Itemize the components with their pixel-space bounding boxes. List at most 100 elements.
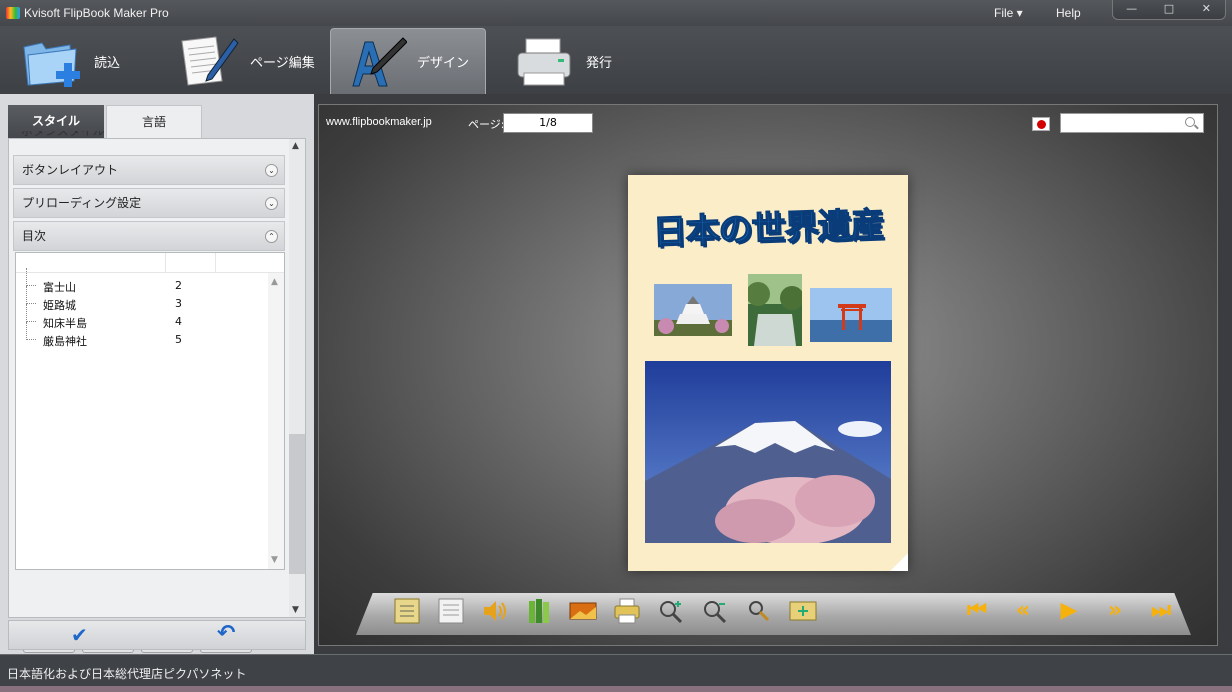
toc-column-header: [16, 253, 284, 273]
tool-page-edit[interactable]: ページ編集: [176, 28, 326, 94]
toc-item-title: 姫路城: [43, 299, 76, 312]
background-button[interactable]: [568, 597, 598, 625]
thumbnails-button[interactable]: [436, 597, 466, 625]
page-curl[interactable]: [890, 553, 908, 571]
tool-import[interactable]: 読込: [20, 28, 170, 94]
tool-design[interactable]: デザイン: [330, 28, 486, 94]
page-number-input[interactable]: 1/8: [503, 113, 593, 133]
toc-item-page: 5: [175, 333, 182, 346]
toc-item-page: 2: [175, 279, 182, 292]
checkmark-icon[interactable]: ✔: [71, 623, 88, 647]
autoplay-icon[interactable]: ▶: [1054, 597, 1084, 625]
search-button[interactable]: [744, 597, 774, 625]
scroll-up-icon[interactable]: ▲: [292, 141, 299, 151]
magnifier-icon: [749, 601, 770, 622]
site-url[interactable]: www.flipbookmaker.jp: [326, 116, 432, 128]
toc-item[interactable]: 姫路城 3: [26, 286, 236, 313]
mount-fuji-photo: [645, 361, 891, 543]
toc-item-page: 3: [175, 297, 182, 310]
book-title: 日本の世界遺産: [651, 204, 885, 254]
section-preloading-label: プリローディング設定: [22, 196, 142, 210]
toc-item[interactable]: 富士山 2: [26, 268, 236, 295]
scroll-down-icon[interactable]: ▼: [271, 555, 278, 565]
last-page-icon[interactable]: ⏭: [1146, 597, 1176, 625]
zoom-out-icon: [704, 601, 727, 624]
tree-line: [26, 286, 36, 304]
toc-item-title: 厳島神社: [43, 335, 87, 348]
zoom-in-icon: [660, 601, 683, 624]
window-controls: — □ ✕: [1112, 0, 1226, 20]
status-text: 日本語化および日本総代理店ピクパソネット: [7, 667, 247, 681]
prev-page-icon[interactable]: «: [1008, 597, 1038, 625]
sound-button[interactable]: [480, 597, 510, 625]
menu-file[interactable]: File ▾: [994, 6, 1023, 20]
shiretoko-photo: [748, 274, 802, 346]
tree-line: [26, 322, 36, 340]
section-preloading[interactable]: プリローディング設定 ⌄: [13, 188, 285, 218]
fullscreen-icon: [789, 601, 817, 621]
section-button-style[interactable]: ボタンスタイル: [13, 131, 285, 143]
main-toolbar: 読込 ページ編集 デザイン 発行: [0, 26, 1232, 94]
toc-item-page: 4: [175, 315, 182, 328]
tree-line: [26, 268, 36, 286]
minimize-button[interactable]: —: [1113, 0, 1150, 19]
toc-button[interactable]: [392, 597, 422, 625]
first-page-icon[interactable]: ⏮: [962, 597, 992, 625]
tool-import-label: 読込: [94, 55, 121, 71]
app-logo-icon: [6, 7, 20, 19]
search-input[interactable]: [1060, 113, 1204, 133]
taskbar-strip: [0, 686, 1232, 692]
section-button-layout-label: ボタンレイアウト: [22, 163, 119, 177]
close-button[interactable]: ✕: [1188, 0, 1225, 19]
toc-col-page: [166, 253, 216, 273]
chevron-down-icon: ⌄: [265, 197, 278, 210]
toc-item-title: 富士山: [43, 281, 76, 294]
section-button-style-label: ボタンスタイル: [21, 131, 105, 138]
itsukushima-photo: [810, 288, 892, 342]
panel-body: ボタンスタイル ボタンレイアウト ⌄ プリローディング設定 ⌄ 目次 ⌃ 富士山…: [8, 131, 306, 653]
next-page-icon[interactable]: »: [1100, 597, 1130, 625]
toc-tree[interactable]: 富士山 2 姫路城 3 知床半島 4 厳島神社 5 ▲ ▼: [15, 252, 285, 570]
bookshelf-button[interactable]: [524, 597, 554, 625]
maximize-button[interactable]: □: [1150, 0, 1187, 19]
undo-icon[interactable]: ↶: [217, 621, 235, 646]
tree-line: [26, 304, 36, 322]
toc-col-title: [16, 253, 166, 273]
toc-scrollbar[interactable]: ▲ ▼: [268, 273, 284, 569]
scroll-thumb[interactable]: [289, 434, 305, 574]
settings-panel: スタイル 言語 ボタンスタイル ボタンレイアウト ⌄ プリローディング設定 ⌄ …: [0, 94, 314, 654]
zoom-out-button[interactable]: [700, 597, 730, 625]
search-icon[interactable]: [1185, 117, 1195, 127]
japan-flag-icon[interactable]: [1032, 117, 1050, 131]
book-page[interactable]: 日本の世界遺産: [628, 175, 908, 571]
books-icon: [529, 599, 549, 623]
panel-scrollbar[interactable]: ▲ ▼: [289, 139, 305, 617]
printer-icon: [614, 598, 640, 624]
toc-item[interactable]: 厳島神社 5: [26, 322, 236, 349]
confirm-bar: ✔ ↶: [8, 620, 306, 650]
scroll-up-icon[interactable]: ▲: [271, 277, 278, 287]
menu-help[interactable]: Help: [1056, 6, 1081, 20]
tool-publish[interactable]: 発行: [512, 28, 642, 94]
zoom-in-button[interactable]: [656, 597, 686, 625]
page-label: ページ:: [468, 118, 505, 131]
toc-item[interactable]: 知床半島 4: [26, 304, 236, 331]
flipbook-preview: www.flipbookmaker.jp ページ: 1/8 日本の世界遺産 ⏮ …: [318, 104, 1218, 646]
chevron-up-icon: ⌃: [265, 230, 278, 243]
tool-page-edit-label: ページ編集: [250, 55, 315, 71]
app-title: Kvisoft FlipBook Maker Pro: [24, 6, 169, 20]
fullscreen-button[interactable]: [788, 597, 818, 625]
section-button-layout[interactable]: ボタンレイアウト ⌄: [13, 155, 285, 185]
section-toc-label: 目次: [22, 229, 47, 243]
tool-design-label: デザイン: [417, 56, 470, 71]
image-icon: [569, 602, 597, 620]
print-button[interactable]: [612, 597, 642, 625]
chevron-down-icon: ⌄: [265, 164, 278, 177]
design-brush-icon: [343, 34, 408, 90]
status-bar: 日本語化および日本総代理店ピクパソネット: [0, 654, 1232, 688]
toc-item-title: 知床半島: [43, 317, 87, 330]
section-toc[interactable]: 目次 ⌃: [13, 221, 285, 251]
toc-icon: [394, 598, 420, 624]
scroll-down-icon[interactable]: ▼: [292, 605, 299, 615]
himeji-castle-photo: [654, 284, 732, 336]
